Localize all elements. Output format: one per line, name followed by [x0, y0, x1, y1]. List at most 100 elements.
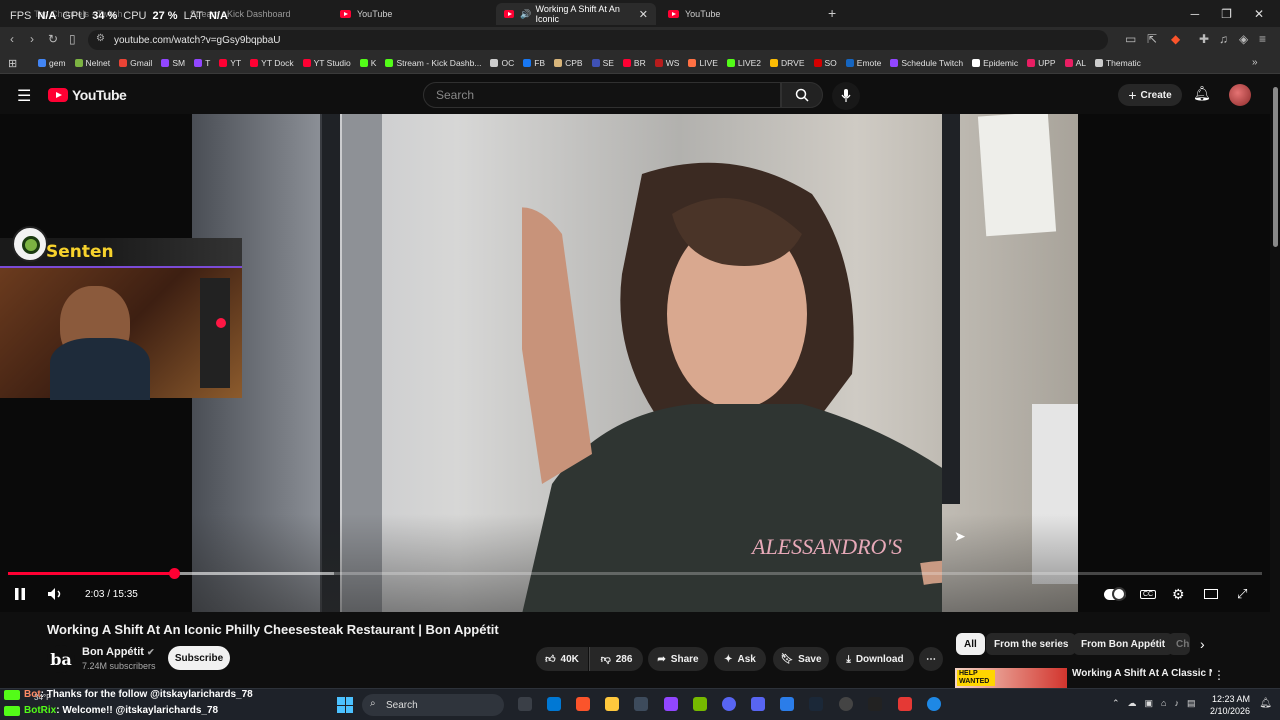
taskbar-search[interactable]: ⌕ Search	[362, 694, 504, 716]
youtube-logo[interactable]: YouTube	[48, 87, 127, 103]
channel-avatar[interactable]: ba	[47, 645, 75, 673]
fullscreen-button[interactable]: ⤢	[1237, 584, 1247, 604]
url-field[interactable]: ⚙ youtube.com/watch?v=gGsy9bqpbaU	[88, 30, 1108, 50]
minimize-icon[interactable]: ─	[1191, 7, 1200, 21]
app-icon[interactable]	[634, 697, 648, 711]
app-icon[interactable]	[751, 697, 765, 711]
obs-icon[interactable]	[839, 697, 853, 711]
more-actions-button[interactable]: ⋯	[919, 647, 943, 671]
search-input[interactable]: Search	[423, 82, 781, 108]
bookmark-item[interactable]: FB	[523, 58, 545, 68]
bookmark-item[interactable]: Schedule Twitch	[890, 58, 963, 68]
bookmark-item[interactable]: Epidemic	[972, 58, 1018, 68]
autoplay-toggle[interactable]	[1104, 584, 1126, 604]
channel-name[interactable]: Bon Appétit ✔	[82, 646, 155, 658]
bookmark-item[interactable]: gem	[38, 58, 66, 68]
create-button[interactable]: + Create	[1118, 84, 1182, 106]
system-tray-icons[interactable]: ⌃☁▣⌂♪▤	[1112, 698, 1203, 709]
progress-bar[interactable]	[8, 568, 1262, 579]
close-window-icon[interactable]: ✕	[1254, 7, 1264, 21]
cast-icon[interactable]: ▭	[1125, 32, 1136, 46]
bookmark-item[interactable]: Nelnet	[74, 58, 110, 68]
reload-icon[interactable]: ↻	[48, 32, 58, 46]
restore-icon[interactable]: ❐	[1221, 7, 1232, 21]
pause-button[interactable]	[14, 584, 26, 604]
nvidia-icon[interactable]	[693, 697, 707, 711]
bookmark-item[interactable]: DRVE	[770, 58, 805, 68]
bookmark-item[interactable]: BR	[622, 58, 646, 68]
recommended-more-icon[interactable]: ⋮	[1213, 668, 1225, 682]
chip-truncated[interactable]: Ch	[1168, 633, 1190, 655]
dislike-button[interactable]: 👎︎ 286	[589, 647, 643, 671]
subscribe-button[interactable]: Subscribe	[168, 646, 230, 670]
new-tab-button[interactable]: +	[828, 5, 836, 21]
captions-button[interactable]: CC	[1140, 584, 1157, 604]
capcut-icon[interactable]	[868, 697, 882, 711]
chip-from-series[interactable]: From the series	[986, 633, 1077, 655]
volume-button[interactable]	[47, 584, 65, 604]
brave-icon[interactable]	[576, 697, 590, 711]
tab-youtube-2[interactable]: YouTube	[660, 3, 820, 25]
bookmark-item[interactable]: SM	[161, 58, 185, 68]
bookmark-item[interactable]: YT	[219, 58, 241, 68]
settings-button[interactable]: ⚙	[1172, 584, 1185, 604]
bookmark-item[interactable]: SE	[591, 58, 614, 68]
discord-icon[interactable]	[722, 697, 736, 711]
back-icon[interactable]: ‹	[10, 32, 14, 46]
start-button[interactable]	[337, 697, 353, 713]
task-view-icon[interactable]	[518, 697, 532, 711]
save-button[interactable]: 🔖︎ Save	[773, 647, 829, 671]
twitch-icon[interactable]	[664, 697, 678, 711]
widgets-icon[interactable]	[547, 697, 561, 711]
close-icon[interactable]: ✕	[639, 8, 648, 21]
bookmark-item[interactable]: OC	[490, 58, 514, 68]
recommended-title[interactable]: Working A Shift At A Classic New York Pi…	[1072, 668, 1212, 679]
theater-mode-button[interactable]	[1204, 584, 1218, 604]
apps-grid-icon[interactable]: ⊞	[8, 57, 17, 70]
music-icon[interactable]: ♫	[1219, 32, 1228, 46]
chip-from-channel[interactable]: From Bon Appétit	[1073, 633, 1174, 655]
bookmark-item[interactable]: K	[359, 58, 376, 68]
bookmark-item[interactable]: Thematic	[1094, 58, 1141, 68]
voice-search-button[interactable]	[832, 82, 860, 110]
bookmark-item[interactable]: SO	[813, 58, 837, 68]
share-page-icon[interactable]: ⇱	[1147, 32, 1157, 46]
bookmark-item[interactable]: T	[194, 58, 210, 68]
page-scrollbar[interactable]	[1271, 75, 1280, 688]
avatar[interactable]	[1229, 84, 1251, 106]
forward-icon[interactable]: ›	[30, 32, 34, 46]
menu-icon[interactable]: ≡	[1259, 32, 1266, 46]
search-button[interactable]	[781, 82, 823, 108]
hamburger-menu-icon[interactable]: ☰	[17, 86, 31, 106]
bookmark-item[interactable]: LIVE	[688, 58, 718, 68]
bookmark-item[interactable]: Emote	[845, 58, 881, 68]
notifications-bell-icon[interactable]: 🔔︎	[1193, 85, 1211, 102]
recommended-thumbnail[interactable]: HELP WANTED	[955, 668, 1067, 690]
chevron-right-icon[interactable]: ›	[1200, 636, 1205, 652]
share-button[interactable]: ➦ Share	[648, 647, 708, 671]
streamlabs-icon[interactable]	[898, 697, 912, 711]
tab-current-video[interactable]: 🔊 Working A Shift At An Iconic ✕	[496, 3, 656, 25]
vpn-icon[interactable]: ◈	[1239, 32, 1248, 46]
scrubber-handle[interactable]	[168, 568, 180, 579]
scrollbar-thumb[interactable]	[1273, 87, 1278, 247]
chip-all[interactable]: All	[956, 633, 985, 655]
bookmark-item[interactable]: CPB	[554, 58, 583, 68]
bookmark-item[interactable]: YT Dock	[250, 58, 294, 68]
brave-shield-icon[interactable]: ◆	[1171, 32, 1180, 46]
bookmark-item[interactable]: AL	[1064, 58, 1086, 68]
notification-icon[interactable]: 🔔︎	[1259, 698, 1272, 709]
ask-button[interactable]: ✦ Ask	[714, 647, 766, 671]
clock[interactable]: 12:23 AM 2/10/2026	[1210, 693, 1250, 717]
video-player[interactable]: ALESSANDRO'S Senten 2:03 / 15:35 CC ⚙ ⤢ …	[0, 114, 1270, 612]
bookmark-item[interactable]: Gmail	[119, 58, 152, 68]
bookmarks-overflow-icon[interactable]: »	[1252, 57, 1258, 68]
steam-icon[interactable]	[809, 697, 823, 711]
extensions-icon[interactable]: ✚	[1199, 32, 1209, 46]
bookmark-item[interactable]: Stream - Kick Dashb...	[385, 58, 481, 68]
tab-youtube[interactable]: YouTube	[332, 3, 492, 25]
notepad-icon[interactable]	[780, 697, 794, 711]
bookmark-item[interactable]: UPP	[1027, 58, 1056, 68]
bookmark-item[interactable]: YT Studio	[302, 58, 351, 68]
like-button[interactable]: 👍︎ 40K	[536, 647, 588, 671]
